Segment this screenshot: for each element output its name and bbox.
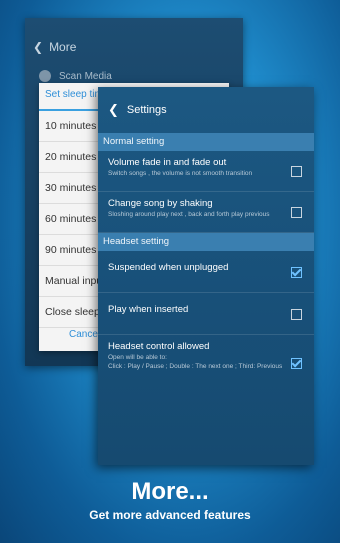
section-header-normal: Normal setting [98, 133, 314, 151]
settings-panel: ❮ Settings Normal setting Volume fade in… [98, 87, 314, 465]
setting-row-volume-fade[interactable]: Volume fade in and fade out Switch songs… [98, 151, 314, 192]
setting-row-shake[interactable]: Change song by shaking Sloshing around p… [98, 192, 314, 233]
setting-row-play-inserted[interactable]: Play when inserted [98, 293, 314, 335]
setting-title: Play when inserted [108, 304, 189, 315]
promo-title: More... [131, 478, 209, 505]
checkbox-play-inserted[interactable] [291, 308, 302, 320]
setting-title: Headset control allowed [108, 341, 210, 352]
setting-subtitle: Sloshing around play next , back and for… [108, 211, 270, 218]
checkbox-headset-control[interactable] [291, 358, 302, 369]
setting-row-unplugged[interactable]: Suspended when unplugged [98, 251, 314, 293]
cancel-button[interactable]: Cancel [69, 329, 100, 340]
setting-title: Change song by shaking [108, 198, 213, 209]
chevron-left-icon: ❮ [33, 40, 44, 54]
back-screen-row[interactable]: Scan Media [39, 70, 112, 82]
section-header-headset: Headset setting [98, 233, 314, 251]
setting-row-headset-control[interactable]: Headset control allowed Open will be abl… [98, 335, 314, 391]
chevron-left-icon[interactable]: ❮ [108, 102, 119, 118]
settings-header[interactable]: ❮ Settings [98, 87, 314, 133]
back-screen-header[interactable]: ❮ More [33, 40, 76, 54]
back-screen-row-label: Scan Media [59, 70, 112, 82]
checkbox-volume-fade[interactable] [291, 166, 302, 177]
setting-title: Volume fade in and fade out [108, 157, 227, 168]
settings-title: Settings [126, 104, 167, 116]
setting-title: Suspended when unplugged [108, 262, 229, 273]
scan-icon [39, 70, 51, 82]
checkbox-unplugged[interactable] [291, 266, 302, 278]
setting-subtitle: Open will be able to: Click : Play / Pau… [108, 354, 283, 370]
back-screen-title: More [49, 40, 77, 54]
promo-subtitle: Get more advanced features [89, 508, 251, 522]
setting-subtitle: Switch songs , the volume is not smooth … [108, 170, 253, 177]
checkbox-shake[interactable] [291, 207, 302, 218]
